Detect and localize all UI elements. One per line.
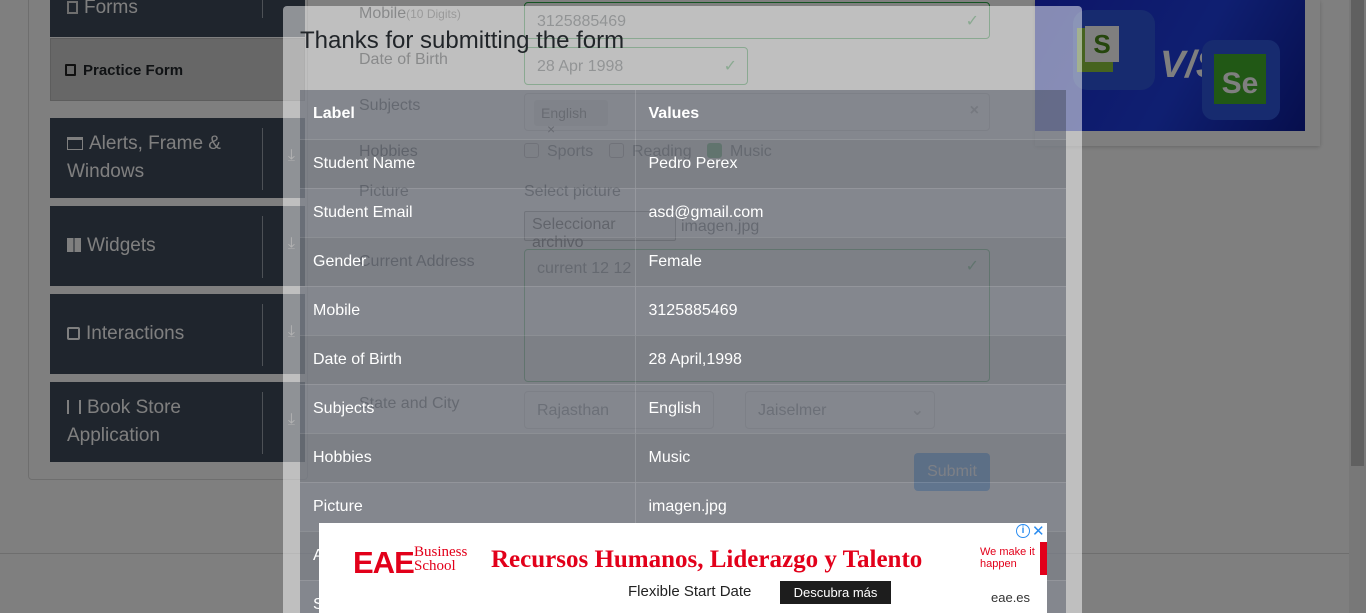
row-label: Mobile — [300, 285, 636, 335]
row-value: Music — [635, 432, 1066, 482]
table-row: Gender Female — [300, 236, 1066, 286]
ad-cta-button[interactable]: Descubra más — [780, 581, 891, 604]
row-value: 28 April,1998 — [635, 334, 1066, 384]
table-row: Student Name Pedro Perex — [300, 138, 1066, 188]
row-label: Gender — [300, 236, 636, 286]
row-value: English — [635, 383, 1066, 433]
table-row: Date of Birth 28 April,1998 — [300, 334, 1066, 384]
column-header-label: Label — [300, 90, 636, 140]
row-value: Pedro Perex — [635, 138, 1066, 188]
row-value: Female — [635, 236, 1066, 286]
row-value: asd@gmail.com — [635, 187, 1066, 237]
row-value: 3125885469 — [635, 285, 1066, 335]
ad-brand-logo: EAE — [353, 545, 415, 580]
ad-close-icon[interactable]: ✕ — [1032, 522, 1045, 540]
row-label: Student Name — [300, 138, 636, 188]
table-row: Hobbies Music — [300, 432, 1066, 482]
ad-domain: eae.es — [991, 590, 1031, 605]
ad-info-icon[interactable]: i — [1016, 524, 1030, 538]
column-header-values: Values — [635, 90, 1066, 140]
table-row: Student Email asd@gmail.com — [300, 187, 1066, 237]
row-label: Date of Birth — [300, 334, 636, 384]
row-label: Student Email — [300, 187, 636, 237]
ad-accent-bar — [1040, 542, 1047, 575]
ad-tagline: We make it happen — [980, 546, 1035, 570]
row-label: Hobbies — [300, 432, 636, 482]
modal-title: Thanks for submitting the form — [300, 27, 625, 54]
ad-subline: Flexible Start Date — [628, 583, 752, 600]
advertisement[interactable]: EAE Business School Recursos Humanos, Li… — [319, 523, 1047, 613]
ad-headline: Recursos Humanos, Liderazgo y Talento — [491, 546, 923, 573]
table-row: Mobile 3125885469 — [300, 285, 1066, 335]
table-row: Subjects English — [300, 383, 1066, 433]
ad-brand-sub: Business School — [414, 544, 468, 574]
row-label: Subjects — [300, 383, 636, 433]
